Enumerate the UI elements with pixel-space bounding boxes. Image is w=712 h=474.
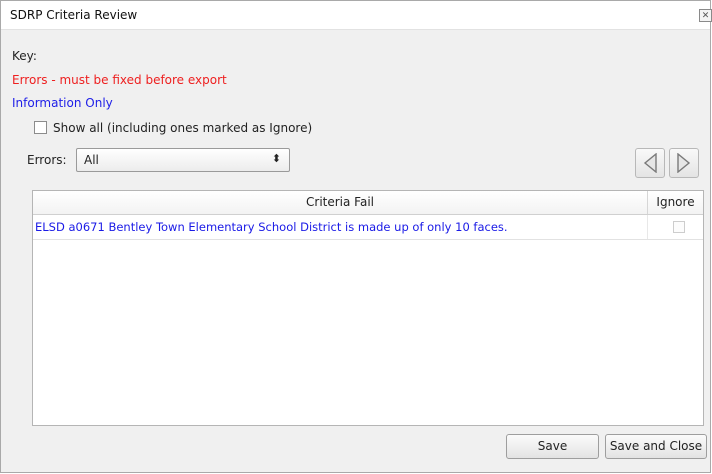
triangle-left-icon <box>643 153 657 173</box>
criteria-review-dialog: SDRP Criteria Review ✕ Key: Errors - mus… <box>0 0 712 473</box>
column-divider <box>647 215 648 239</box>
key-information-text: Information Only <box>12 96 113 110</box>
table-row[interactable]: ELSD a0671 Bentley Town Elementary Schoo… <box>33 215 703 240</box>
window-title: SDRP Criteria Review <box>10 8 138 22</box>
column-header-criteria-fail[interactable]: Criteria Fail <box>33 191 648 214</box>
save-button[interactable]: Save <box>506 434 599 459</box>
errors-filter-value: All <box>84 153 99 167</box>
save-and-close-button[interactable]: Save and Close <box>605 434 707 459</box>
up-down-arrows-icon: ⬍ <box>271 152 281 165</box>
next-button[interactable] <box>669 148 699 178</box>
show-all-label: Show all (including ones marked as Ignor… <box>53 121 313 135</box>
show-all-checkbox[interactable] <box>34 121 47 134</box>
previous-button[interactable] <box>635 148 665 178</box>
triangle-right-icon <box>677 153 691 173</box>
ignore-checkbox[interactable] <box>673 221 685 233</box>
title-bar: SDRP Criteria Review ✕ <box>1 1 712 30</box>
key-errors-text: Errors - must be fixed before export <box>12 73 227 87</box>
table-header: Criteria Fail Ignore <box>33 191 703 215</box>
key-label: Key: <box>12 49 37 63</box>
errors-filter-label: Errors: <box>27 153 67 167</box>
errors-filter-select[interactable]: All ⬍ <box>76 148 290 172</box>
criteria-fail-cell[interactable]: ELSD a0671 Bentley Town Elementary Schoo… <box>35 220 645 234</box>
column-header-ignore[interactable]: Ignore <box>648 191 703 214</box>
criteria-table: Criteria Fail Ignore ELSD a0671 Bentley … <box>32 190 704 426</box>
close-icon[interactable]: ✕ <box>699 9 712 22</box>
